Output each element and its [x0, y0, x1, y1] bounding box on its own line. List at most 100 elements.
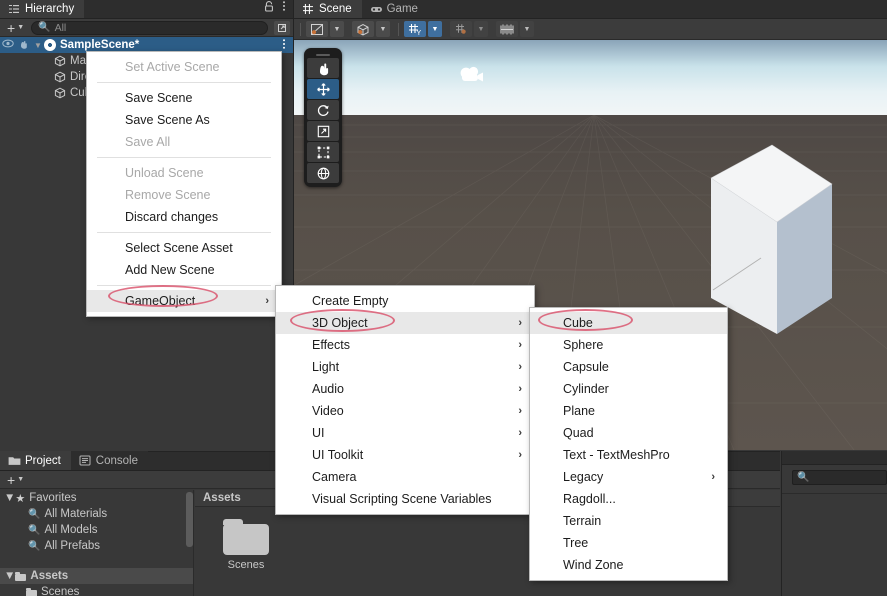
kebab-menu-icon[interactable] — [282, 0, 286, 15]
inspector-strip: 🔍 — [781, 451, 887, 596]
project-tree: ▼ ★ Favorites 🔍 All Materials 🔍 All Mode… — [0, 490, 194, 596]
chevron-right-icon: › — [518, 427, 522, 439]
shading-mode-button[interactable] — [306, 21, 328, 37]
chevron-right-icon: › — [265, 295, 269, 307]
menu-item-set-active-scene[interactable]: Set Active Scene — [87, 56, 281, 78]
menu-item-label: Cylinder — [563, 382, 609, 396]
menu-item-cylinder[interactable]: Cylinder — [530, 378, 727, 400]
tab-hierarchy[interactable]: Hierarchy — [0, 0, 85, 18]
menu-item-gameobject[interactable]: GameObject › — [87, 290, 281, 312]
project-tree-item-assets[interactable]: ▼ Assets — [0, 568, 193, 584]
menu-item-legacy[interactable]: Legacy › — [530, 466, 727, 488]
game-controller-icon — [370, 3, 382, 15]
tab-scene[interactable]: Scene — [294, 0, 362, 18]
menu-item-ragdoll[interactable]: Ragdoll... — [530, 488, 727, 510]
menu-item-capsule[interactable]: Capsule — [530, 356, 727, 378]
menu-item-effects[interactable]: Effects › — [276, 334, 534, 356]
shading-mode-dropdown[interactable]: ▼ — [330, 21, 344, 37]
project-tree-label: All Materials — [44, 508, 108, 520]
chevron-right-icon: › — [518, 317, 522, 329]
list-item[interactable]: Scenes — [195, 507, 269, 571]
menu-item-select-scene-asset[interactable]: Select Scene Asset — [87, 237, 281, 259]
menu-item-ui-toolkit[interactable]: UI Toolkit › — [276, 444, 534, 466]
tab-game[interactable]: Game — [361, 0, 428, 18]
menu-item-text-textmeshpro[interactable]: Text - TextMeshPro — [530, 444, 727, 466]
scene-twisty[interactable]: ▼ — [32, 41, 44, 50]
search-icon: 🔍 — [28, 524, 41, 536]
menu-item-discard-changes[interactable]: Discard changes — [87, 206, 281, 228]
project-tree-label: Scenes — [41, 586, 80, 596]
menu-item-camera[interactable]: Camera — [276, 466, 534, 488]
2d-3d-view-button[interactable] — [352, 21, 374, 37]
scene-kebab-icon[interactable] — [282, 38, 293, 53]
project-tree-item-all-models[interactable]: 🔍 All Models — [0, 522, 193, 538]
hand-tool[interactable] — [307, 58, 339, 78]
star-icon: ★ — [15, 492, 26, 505]
assets-twisty[interactable]: ▼ — [4, 570, 15, 582]
lock-icon[interactable] — [264, 0, 274, 15]
menu-item-remove-scene[interactable]: Remove Scene — [87, 184, 281, 206]
menu-item-sphere[interactable]: Sphere — [530, 334, 727, 356]
search-icon: 🔍 — [28, 540, 41, 552]
menu-item-audio[interactable]: Audio › — [276, 378, 534, 400]
expand-window-icon[interactable] — [274, 20, 290, 35]
project-tree-item-all-materials[interactable]: 🔍 All Materials — [0, 506, 193, 522]
project-tree-item-favorites[interactable]: ▼ ★ Favorites — [0, 490, 193, 506]
snap-increment-button[interactable] — [450, 21, 472, 37]
menu-item-plane[interactable]: Plane — [530, 400, 727, 422]
scale-tool[interactable] — [307, 121, 339, 141]
menu-item-label: Sphere — [563, 338, 604, 352]
tab-console[interactable]: Console — [70, 451, 148, 470]
menu-item-save-scene-as[interactable]: Save Scene As — [87, 109, 281, 131]
tab-project[interactable]: Project — [0, 451, 71, 470]
inspector-search-input[interactable]: 🔍 — [792, 470, 887, 485]
menu-item-terrain[interactable]: Terrain — [530, 510, 727, 532]
snap-increment-dropdown[interactable]: ▼ — [474, 21, 488, 37]
menu-item-create-empty[interactable]: Create Empty — [276, 290, 534, 312]
gizmos-dropdown[interactable]: ▼ — [520, 21, 534, 37]
gameobject-cube-icon — [54, 71, 66, 83]
project-tree-scrollbar[interactable] — [186, 492, 193, 547]
menu-item-label: Plane — [563, 404, 595, 418]
menu-item-wind-zone[interactable]: Wind Zone — [530, 554, 727, 576]
menu-item-3d-object[interactable]: 3D Object › — [276, 312, 534, 334]
menu-item-light[interactable]: Light › — [276, 356, 534, 378]
rect-transform-tool[interactable] — [307, 142, 339, 162]
transform-tool[interactable] — [307, 163, 339, 183]
project-create-button[interactable]: + ▼ — [3, 473, 28, 487]
menu-item-save-scene[interactable]: Save Scene — [87, 87, 281, 109]
project-tree-item-scenes[interactable]: Scenes — [0, 584, 193, 596]
project-tree-item-all-prefabs[interactable]: 🔍 All Prefabs — [0, 538, 193, 554]
grid-axis-dropdown[interactable]: ▼ — [428, 21, 442, 37]
menu-item-ui[interactable]: UI › — [276, 422, 534, 444]
2d-3d-view-dropdown[interactable]: ▼ — [376, 21, 390, 37]
menu-item-label: Quad — [563, 426, 594, 440]
grid-axis-button[interactable]: Y — [404, 21, 426, 37]
cloud-gizmo — [460, 66, 483, 82]
menu-item-visual-scripting-scene-variables[interactable]: Visual Scripting Scene Variables — [276, 488, 534, 510]
menu-item-video[interactable]: Video › — [276, 400, 534, 422]
create-gameobject-button[interactable]: + ▼ — [3, 21, 28, 35]
menu-item-quad[interactable]: Quad — [530, 422, 727, 444]
palette-grip[interactable] — [307, 51, 339, 58]
menu-item-unload-scene[interactable]: Unload Scene — [87, 162, 281, 184]
move-tool[interactable] — [307, 79, 339, 99]
menu-item-save-all[interactable]: Save All — [87, 131, 281, 153]
visibility-eye-icon[interactable] — [0, 39, 16, 51]
gameobject-cube-icon — [54, 55, 66, 67]
menu-item-add-new-scene[interactable]: Add New Scene — [87, 259, 281, 281]
gizmos-button[interactable] — [496, 21, 518, 37]
menu-item-tree[interactable]: Tree — [530, 532, 727, 554]
favorites-twisty[interactable]: ▼ — [4, 492, 15, 504]
project-tree-label: All Models — [44, 524, 98, 536]
menu-item-label: UI Toolkit — [312, 448, 364, 462]
menu-item-label: Cube — [563, 316, 593, 330]
rotate-tool[interactable] — [307, 100, 339, 120]
menu-item-label: Select Scene Asset — [125, 241, 233, 255]
picking-hand-icon[interactable] — [16, 39, 32, 52]
create-plus-label: + — [7, 19, 16, 36]
gameobject-cube-icon — [54, 87, 66, 99]
hierarchy-search-input[interactable]: 🔍 All — [31, 20, 268, 35]
hierarchy-search-placeholder: All — [54, 21, 67, 34]
menu-item-cube[interactable]: Cube — [530, 312, 727, 334]
